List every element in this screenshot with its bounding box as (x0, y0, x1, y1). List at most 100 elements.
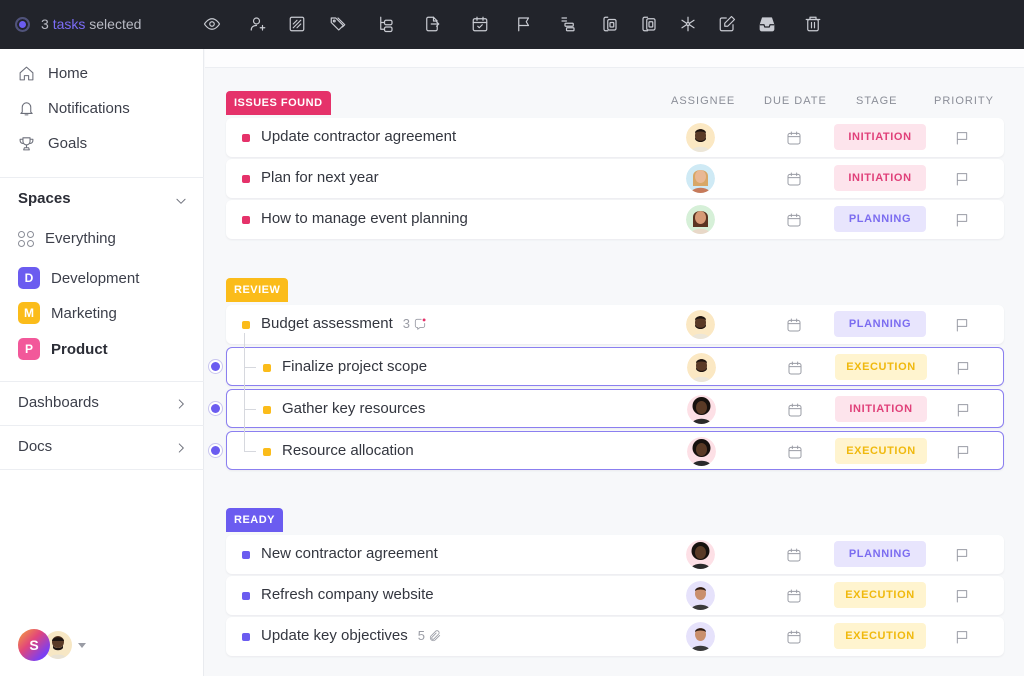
sidebar-item-home[interactable]: Home (18, 65, 88, 82)
task-status-square[interactable] (263, 448, 271, 456)
user-menu[interactable]: S (18, 629, 86, 661)
stage-badge[interactable]: EXECUTION (835, 438, 927, 464)
priority-flag-icon[interactable] (954, 629, 970, 645)
group-status-tag[interactable]: ISSUES FOUND (226, 91, 331, 115)
task-status-square[interactable] (242, 175, 250, 183)
stage-badge[interactable]: EXECUTION (834, 623, 926, 649)
assignee-avatar[interactable] (686, 123, 715, 152)
chevron-down-icon[interactable] (174, 194, 188, 208)
custom-field-icon[interactable] (677, 13, 699, 35)
calendar-icon[interactable] (787, 444, 803, 460)
tag-icon[interactable] (327, 13, 349, 35)
subtask-row[interactable]: Gather key resources INITIATION (226, 389, 1004, 428)
calendar-icon[interactable] (786, 317, 802, 333)
calendar-icon[interactable] (787, 360, 803, 376)
calendar-icon[interactable] (786, 588, 802, 604)
assign-user-icon[interactable] (247, 13, 269, 35)
sidebar-item-docs[interactable]: Docs (18, 438, 52, 455)
stage-badge[interactable]: PLANNING (834, 206, 926, 232)
eye-icon[interactable] (201, 13, 223, 35)
task-status-square[interactable] (242, 592, 250, 600)
row-select-checkbox[interactable] (208, 443, 223, 458)
priority-flag-icon[interactable] (954, 317, 970, 333)
task-title[interactable]: New contractor agreement (261, 545, 438, 562)
stage-badge[interactable]: EXECUTION (834, 582, 926, 608)
priority-flag-icon[interactable] (954, 130, 970, 146)
assignee-avatar[interactable] (686, 205, 715, 234)
task-title[interactable]: Update key objectives 5 (261, 627, 442, 644)
task-title[interactable]: Refresh company website (261, 586, 434, 603)
task-status-square[interactable] (242, 551, 250, 559)
task-status-square[interactable] (242, 216, 250, 224)
chevron-right-icon[interactable] (174, 397, 188, 411)
column-header-assignee[interactable]: ASSIGNEE (671, 95, 735, 107)
flag-icon[interactable] (513, 13, 535, 35)
priority-flag-icon[interactable] (954, 171, 970, 187)
task-status-square[interactable] (263, 406, 271, 414)
column-header-due-date[interactable]: DUE DATE (764, 95, 827, 107)
calendar-icon[interactable] (786, 547, 802, 563)
subtask-row[interactable]: Finalize project scope EXECUTION (226, 347, 1004, 386)
priority-flag-icon[interactable] (954, 212, 970, 228)
edit-icon[interactable] (716, 13, 738, 35)
task-title[interactable]: How to manage event planning (261, 210, 468, 227)
task-row[interactable]: Refresh company website EXECUTION (226, 576, 1004, 615)
task-status-square[interactable] (263, 364, 271, 372)
calendar-icon[interactable] (469, 13, 491, 35)
task-title[interactable]: Resource allocation (282, 442, 414, 459)
stage-badge[interactable]: INITIATION (835, 396, 927, 422)
stage-badge[interactable]: EXECUTION (835, 354, 927, 380)
task-title[interactable]: Update contractor agreement (261, 128, 456, 145)
task-title[interactable]: Gather key resources (282, 400, 425, 417)
calendar-icon[interactable] (787, 402, 803, 418)
task-row[interactable]: How to manage event planning PLANNING (226, 200, 1004, 239)
stage-badge[interactable]: PLANNING (834, 311, 926, 337)
task-status-square[interactable] (242, 134, 250, 142)
duplicate-icon[interactable] (599, 13, 621, 35)
trash-icon[interactable] (802, 13, 824, 35)
sidebar-space-product[interactable]: P Product (18, 338, 108, 360)
task-row[interactable]: Plan for next year INITIATION (226, 159, 1004, 198)
task-row[interactable]: New contractor agreement PLANNING (226, 535, 1004, 574)
assignee-avatar[interactable] (686, 164, 715, 193)
subtask-row[interactable]: Resource allocation EXECUTION (226, 431, 1004, 470)
column-header-priority[interactable]: PRIORITY (934, 95, 994, 107)
group-status-tag[interactable]: READY (226, 508, 284, 532)
sidebar-item-everything[interactable]: Everything (18, 230, 116, 247)
assignee-avatar[interactable] (686, 581, 715, 610)
calendar-icon[interactable] (786, 171, 802, 187)
priority-flag-icon[interactable] (954, 547, 970, 563)
assignee-avatar[interactable] (687, 437, 716, 466)
group-status-tag[interactable]: REVIEW (226, 278, 289, 302)
task-title[interactable]: Budget assessment 3 (261, 315, 427, 332)
assignee-avatar[interactable] (686, 310, 715, 339)
assignee-avatar[interactable] (686, 622, 715, 651)
task-status-square[interactable] (242, 321, 250, 329)
task-row[interactable]: Update contractor agreement INITIATION (226, 118, 1004, 157)
priority-flag-icon[interactable] (955, 360, 971, 376)
sidebar-item-dashboards[interactable]: Dashboards (18, 394, 99, 411)
status-icon[interactable] (286, 13, 308, 35)
row-select-checkbox[interactable] (208, 359, 223, 374)
move-icon[interactable] (421, 13, 443, 35)
task-row[interactable]: Update key objectives 5 EXECUTION (226, 617, 1004, 656)
task-row[interactable]: Budget assessment 3 PLANNING (226, 305, 1004, 344)
calendar-icon[interactable] (786, 130, 802, 146)
row-select-checkbox[interactable] (208, 401, 223, 416)
calendar-icon[interactable] (786, 212, 802, 228)
stage-badge[interactable]: INITIATION (834, 124, 926, 150)
dependency-icon[interactable] (557, 13, 579, 35)
assignee-avatar[interactable] (687, 353, 716, 382)
sidebar-item-goals[interactable]: Goals (18, 135, 87, 152)
priority-flag-icon[interactable] (955, 444, 971, 460)
selection-indicator-icon[interactable] (15, 17, 30, 32)
sidebar-space-marketing[interactable]: M Marketing (18, 302, 117, 324)
task-status-square[interactable] (242, 633, 250, 641)
archive-icon[interactable] (756, 13, 778, 35)
chevron-right-icon[interactable] (174, 441, 188, 455)
task-meta[interactable]: 3 (403, 316, 427, 331)
stage-badge[interactable]: INITIATION (834, 165, 926, 191)
assignee-avatar[interactable] (687, 395, 716, 424)
selection-word[interactable]: tasks (53, 16, 86, 32)
column-header-stage[interactable]: STAGE (856, 95, 897, 107)
